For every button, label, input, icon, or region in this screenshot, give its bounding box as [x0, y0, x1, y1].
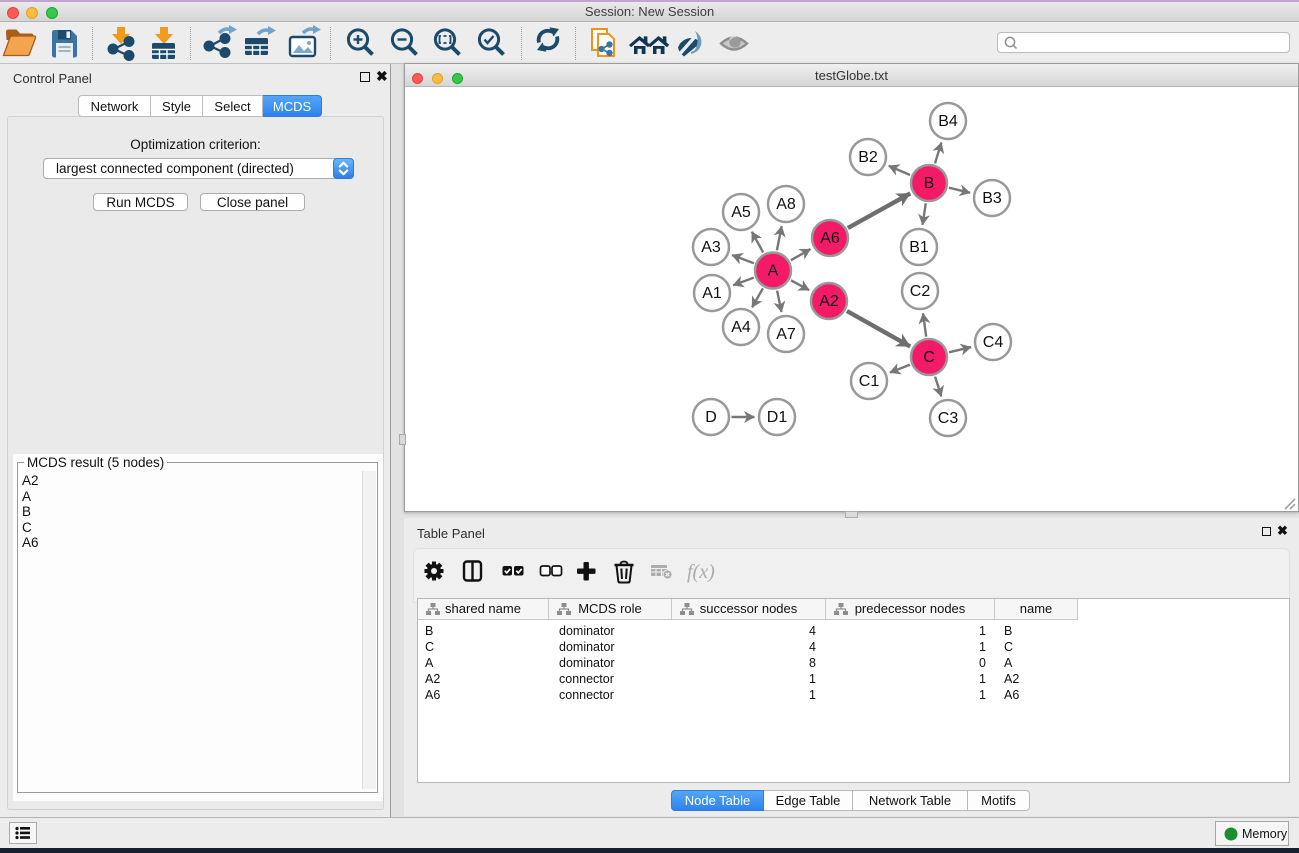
svg-text:D: D	[705, 409, 717, 426]
svg-text:D1: D1	[767, 409, 788, 426]
svg-text:C: C	[923, 349, 935, 366]
svg-text:A: A	[768, 263, 779, 280]
svg-text:A7: A7	[776, 326, 796, 343]
svg-text:C4: C4	[983, 334, 1004, 351]
svg-text:B: B	[924, 175, 935, 192]
svg-text:A2: A2	[819, 293, 839, 310]
svg-text:A8: A8	[776, 196, 796, 213]
svg-text:B3: B3	[982, 190, 1002, 207]
svg-text:A4: A4	[731, 319, 751, 336]
svg-text:C2: C2	[910, 283, 931, 300]
svg-text:A3: A3	[701, 239, 721, 256]
svg-text:B2: B2	[858, 149, 878, 166]
svg-text:B4: B4	[938, 113, 958, 130]
svg-text:A6: A6	[820, 230, 840, 247]
svg-text:f(x): f(x)	[687, 561, 715, 583]
svg-text:B1: B1	[909, 239, 929, 256]
svg-text:A1: A1	[702, 285, 722, 302]
svg-text:A5: A5	[731, 204, 751, 221]
svg-text:C1: C1	[859, 373, 880, 390]
svg-text:C3: C3	[938, 410, 959, 427]
